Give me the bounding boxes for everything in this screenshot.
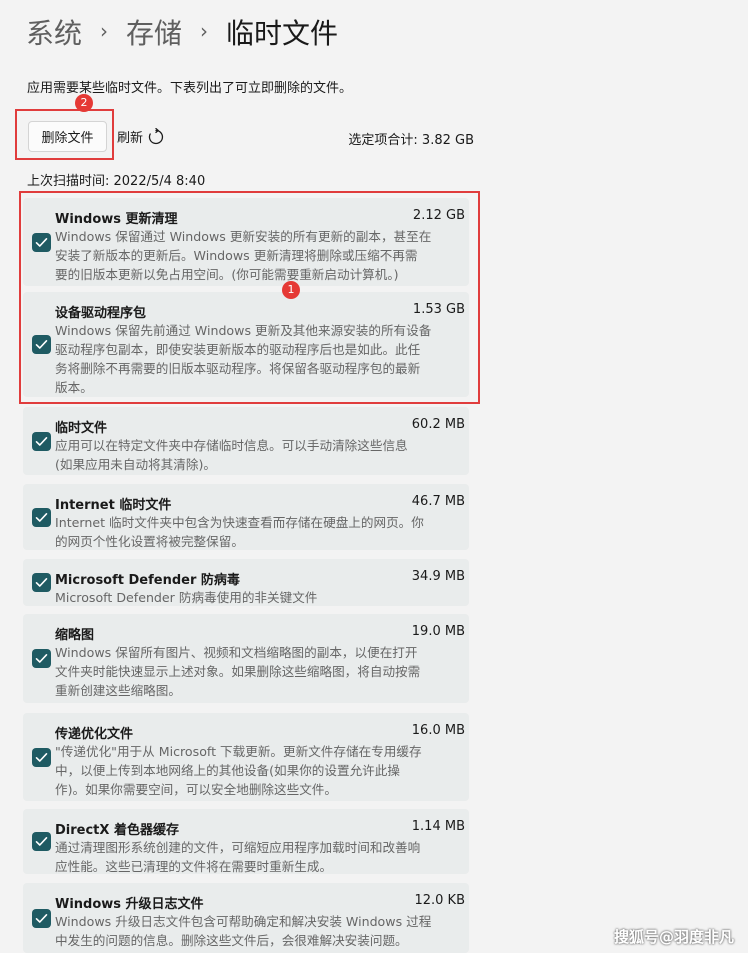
- item-description-line: 应用可以在特定文件夹中存储临时信息。可以手动清除这些信息: [55, 438, 408, 453]
- delete-files-button[interactable]: 删除文件: [28, 121, 107, 152]
- cleanup-item: Internet 临时文件 46.7 MB Internet 临时文件夹中包含为快速…: [23, 484, 469, 550]
- cleanup-item: Microsoft Defender 防病毒 34.9 MB Microsoft D…: [23, 559, 469, 606]
- item-description-line: Windows 升级日志文件包含可帮助确定和解决安装 Windows 过程: [55, 914, 432, 929]
- page-description: 应用需要某些临时文件。下表列出了可立即删除的文件。: [27, 81, 353, 96]
- selected-total: 选定项合计: 3.82 GB: [348, 133, 474, 148]
- item-description: 应用可以在特定文件夹中存储临时信息。可以手动清除这些信息 (如果应用未自动将其清除…: [55, 436, 467, 474]
- annotation-badge-1: 1: [282, 281, 300, 299]
- breadcrumb: 系统 › 存储 › 临时文件: [26, 12, 338, 52]
- item-description-line: 应性能。这些已清理的文件将在需要时重新生成。: [55, 859, 333, 874]
- item-size: 46.7 MB: [411, 494, 465, 509]
- item-title: 缩略图: [55, 628, 95, 643]
- breadcrumb-storage[interactable]: 存储: [126, 12, 182, 52]
- item-description-line: 中发生的问题的信息。删除这些文件后，会很难解决安装问题。: [55, 933, 408, 948]
- item-description-line: Microsoft Defender 防病毒使用的非关键文件: [55, 590, 318, 605]
- item-checkbox[interactable]: [32, 573, 51, 592]
- checkmark-icon: [35, 837, 48, 846]
- checkmark-icon: [35, 578, 48, 587]
- item-size: 16.0 MB: [411, 723, 465, 738]
- item-description: "传递优化"用于从 Microsoft 下载更新。更新文件存储在专用缓存 中，以便…: [55, 742, 467, 799]
- chevron-right-icon: ›: [200, 19, 209, 43]
- item-size: 19.0 MB: [411, 624, 465, 639]
- item-description: Windows 升级日志文件包含可帮助确定和解决安装 Windows 过程 中发生…: [55, 912, 467, 950]
- breadcrumb-system[interactable]: 系统: [26, 12, 82, 52]
- item-description-line: 作)。如果你需要空间，可以安全地删除这些文件。: [55, 782, 337, 797]
- item-checkbox[interactable]: [32, 432, 51, 451]
- refresh-button[interactable]: 刷新: [117, 127, 165, 146]
- item-checkbox[interactable]: [32, 508, 51, 527]
- item-title: Microsoft Defender 防病毒: [55, 573, 240, 588]
- item-title: Windows 升级日志文件: [55, 897, 204, 912]
- item-size: 60.2 MB: [411, 417, 465, 432]
- item-size: 34.9 MB: [411, 569, 465, 584]
- cleanup-item: DirectX 着色器缓存 1.14 MB 通过清理图形系统创建的文件，可缩短应用程…: [23, 809, 469, 874]
- item-description-line: Windows 保留所有图片、视频和文档缩略图的副本，以便在打开: [55, 645, 418, 660]
- item-description-line: 的网页个性化设置将被完整保留。: [55, 534, 244, 549]
- watermark: 搜狐号@羽度非凡: [613, 928, 734, 946]
- checkmark-icon: [35, 914, 48, 923]
- item-title: DirectX 着色器缓存: [55, 823, 179, 838]
- checkmark-icon: [35, 654, 48, 663]
- item-title: Internet 临时文件: [55, 498, 172, 513]
- item-description-line: (如果应用未自动将其清除)。: [55, 457, 216, 472]
- item-description-line: 文件夹时能快速显示上述对象。如果删除这些缩略图，将自动按需: [55, 664, 421, 679]
- item-description: Microsoft Defender 防病毒使用的非关键文件: [55, 588, 467, 607]
- item-checkbox[interactable]: [32, 649, 51, 668]
- item-description-line: Internet 临时文件夹中包含为快速查看而存储在硬盘上的网页。你: [55, 515, 424, 530]
- cleanup-item: Windows 升级日志文件 12.0 KB Windows 升级日志文件包含可帮助…: [23, 883, 469, 953]
- refresh-icon: [148, 127, 164, 144]
- annotation-badge-2: 2: [75, 94, 93, 112]
- page-title: 临时文件: [226, 17, 339, 50]
- item-checkbox[interactable]: [32, 909, 51, 928]
- item-title: 临时文件: [55, 421, 108, 436]
- item-description-line: 中，以便上传到本地网络上的其他设备(如果你的设置允许此操: [55, 763, 400, 778]
- checkmark-icon: [35, 513, 48, 522]
- item-checkbox[interactable]: [32, 832, 51, 851]
- item-size: 12.0 KB: [414, 893, 465, 908]
- item-size: 1.14 MB: [411, 819, 465, 834]
- annotation-box-1: [19, 191, 480, 404]
- cleanup-item: 缩略图 19.0 MB Windows 保留所有图片、视频和文档缩略图的副本，以便在…: [23, 614, 469, 703]
- item-title: 传递优化文件: [55, 727, 134, 742]
- checkmark-icon: [35, 753, 48, 762]
- refresh-label: 刷新: [117, 131, 144, 146]
- item-description-line: 通过清理图形系统创建的文件，可缩短应用程序加载时间和改善响: [55, 840, 421, 855]
- cleanup-item: 临时文件 60.2 MB 应用可以在特定文件夹中存储临时信息。可以手动清除这些信息 (…: [23, 407, 469, 475]
- chevron-right-icon: ›: [100, 19, 109, 43]
- cleanup-item: 传递优化文件 16.0 MB "传递优化"用于从 Microsoft 下载更新。更新…: [23, 713, 469, 801]
- item-description-line: "传递优化"用于从 Microsoft 下载更新。更新文件存储在专用缓存: [55, 744, 422, 759]
- item-checkbox[interactable]: [32, 748, 51, 767]
- item-description-line: 重新创建这些缩略图。: [55, 683, 181, 698]
- last-scan-time: 上次扫描时间: 2022/5/4 8:40: [27, 174, 206, 189]
- item-description: 通过清理图形系统创建的文件，可缩短应用程序加载时间和改善响 应性能。这些已清理的文…: [55, 838, 467, 876]
- checkmark-icon: [35, 437, 48, 446]
- item-description: Windows 保留所有图片、视频和文档缩略图的副本，以便在打开 文件夹时能快速显…: [55, 643, 467, 700]
- item-description: Internet 临时文件夹中包含为快速查看而存储在硬盘上的网页。你 的网页个性化…: [55, 513, 467, 551]
